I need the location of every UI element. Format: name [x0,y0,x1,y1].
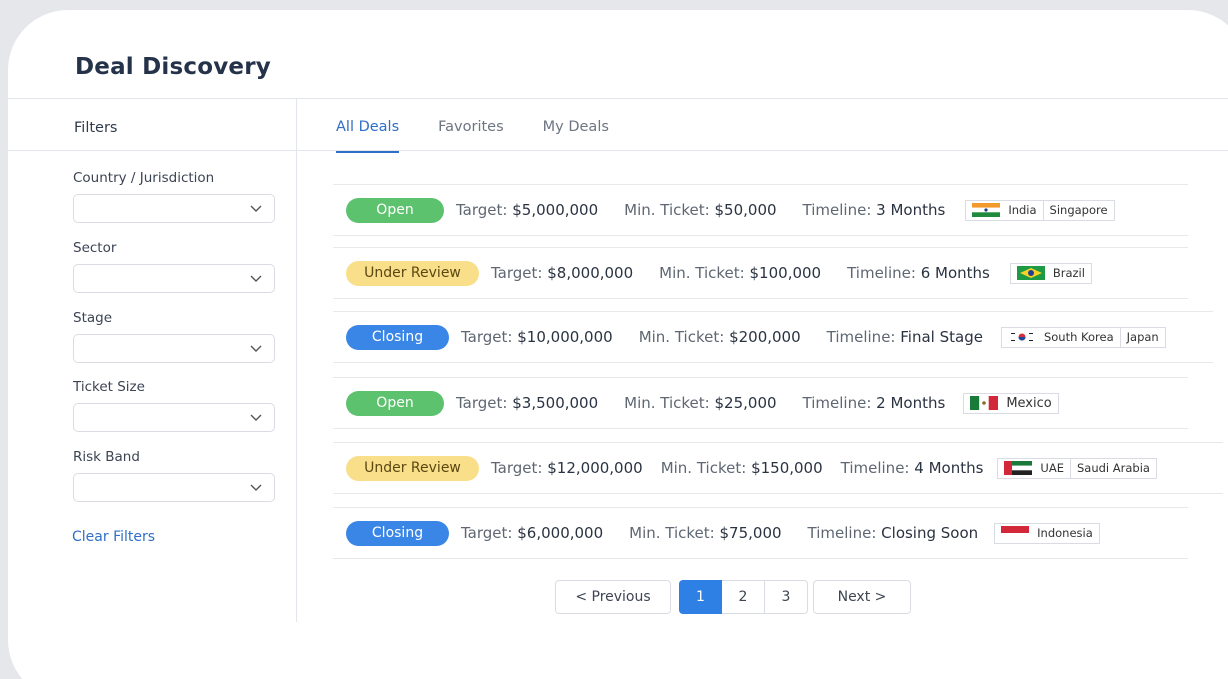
country-tag: South Korea [1000,326,1121,348]
filter-country: Country / Jurisdiction [73,170,275,223]
ticket-size-select[interactable] [73,403,275,432]
country-tag: UAE [997,457,1071,479]
country-tag: Japan [1120,326,1166,348]
tab-bar: All Deals Favorites My Deals [336,119,648,153]
chevron-down-icon [250,484,262,491]
target-field: Target: $8,000,000 [491,264,634,282]
chevron-down-icon [250,205,262,212]
tab-my-deals[interactable]: My Deals [543,119,609,153]
deal-row[interactable]: Closing Target: $6,000,000 Min. Ticket: … [333,507,1188,559]
uae-flag-icon [1004,461,1033,475]
status-badge: Open [346,390,444,416]
target-field: Target: $12,000,000 [491,459,643,477]
min-ticket-field: Min. Ticket: $50,000 [624,201,777,219]
status-badge: Open [346,197,444,223]
india-flag-icon [972,203,1001,217]
header-divider [8,98,1228,99]
chevron-down-icon [250,275,262,282]
deal-row[interactable]: Open Target: $5,000,000 Min. Ticket: $50… [333,184,1188,236]
country-tag: Indonesia [994,522,1100,544]
status-badge: Closing [346,324,449,350]
min-ticket-field: Min. Ticket: $150,000 [660,459,823,477]
country-tag: Singapore [1043,199,1115,221]
filter-risk-band: Risk Band [73,449,275,502]
indonesia-flag-icon [1001,526,1030,540]
tab-all-deals[interactable]: All Deals [336,119,400,153]
chevron-down-icon [250,345,262,352]
timeline-field: Timeline: Closing Soon [807,524,979,542]
timeline-field: Timeline: 3 Months [802,201,946,219]
filter-ticket-size: Ticket Size [73,379,275,432]
page-1-button[interactable]: 1 [679,580,722,614]
pagination: < Previous 1 2 3 Next > [555,580,911,614]
country-select[interactable] [73,194,275,223]
country-tags: Mexico [963,392,1059,414]
min-ticket-field: Min. Ticket: $75,000 [629,524,782,542]
filter-label: Country / Jurisdiction [73,170,215,186]
timeline-field: Timeline: 2 Months [802,394,946,412]
page-3-button[interactable]: 3 [765,580,808,614]
sidebar-divider [296,98,297,622]
filter-label: Sector [73,240,117,256]
min-ticket-field: Min. Ticket: $200,000 [638,328,801,346]
target-field: Target: $5,000,000 [456,201,599,219]
clear-filters-link[interactable]: Clear Filters [72,529,155,545]
target-field: Target: $6,000,000 [461,524,604,542]
next-page-button[interactable]: Next > [813,580,911,614]
country-tags: South Korea Japan [1000,326,1166,348]
page-2-button[interactable]: 2 [722,580,765,614]
country-tag: Saudi Arabia [1070,457,1157,479]
tab-favorites[interactable]: Favorites [438,119,504,153]
previous-page-button[interactable]: < Previous [555,580,671,614]
country-tags: Indonesia [994,522,1100,544]
status-badge: Under Review [346,260,479,286]
deal-row[interactable]: Under Review Target: $12,000,000 Min. Ti… [333,442,1223,494]
sector-select[interactable] [73,264,275,293]
page-title: Deal Discovery [75,54,271,80]
filters-title: Filters [74,120,118,136]
deal-row[interactable]: Under Review Target: $8,000,000 Min. Tic… [333,247,1188,299]
stage-select[interactable] [73,334,275,363]
min-ticket-field: Min. Ticket: $100,000 [659,264,822,282]
country-tag: Brazil [1009,262,1092,284]
chevron-down-icon [250,414,262,421]
country-tag: India [965,199,1044,221]
south-korea-flag-icon [1007,330,1036,344]
country-tags: India Singapore [965,199,1115,221]
target-field: Target: $10,000,000 [461,328,613,346]
deal-row[interactable]: Open Target: $3,500,000 Min. Ticket: $25… [333,377,1188,429]
timeline-field: Timeline: 6 Months [847,264,990,282]
timeline-field: Timeline: Final Stage [826,328,983,346]
brazil-flag-icon [1016,266,1045,280]
target-field: Target: $3,500,000 [456,394,599,412]
filter-label: Risk Band [73,449,140,465]
status-badge: Under Review [346,455,479,481]
mexico-flag-icon [970,396,999,410]
country-tag: Mexico [963,392,1059,414]
filter-label: Stage [73,310,113,326]
filter-sector: Sector [73,240,275,293]
timeline-field: Timeline: 4 Months [840,459,984,477]
filter-stage: Stage [73,310,275,363]
risk-band-select[interactable] [73,473,275,502]
deal-row[interactable]: Closing Target: $10,000,000 Min. Ticket:… [333,311,1213,363]
country-tags: Brazil [1009,262,1092,284]
status-badge: Closing [346,520,449,546]
min-ticket-field: Min. Ticket: $25,000 [624,394,777,412]
app-window: Deal Discovery Filters Country / Jurisdi… [8,10,1228,679]
country-tags: UAE Saudi Arabia [997,457,1157,479]
filter-label: Ticket Size [73,379,145,395]
